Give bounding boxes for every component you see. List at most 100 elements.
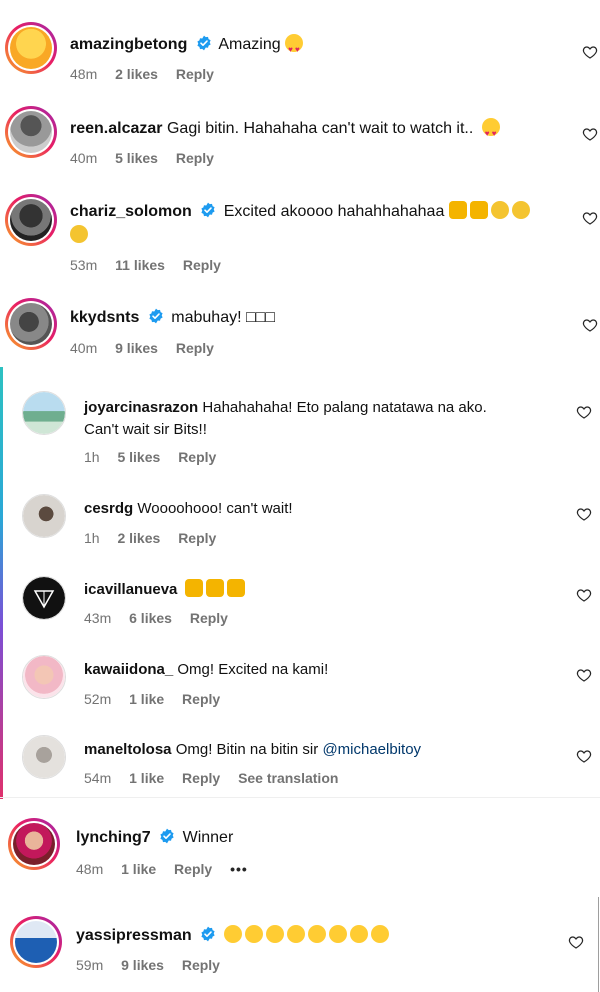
raised-hands-emoji-icon (205, 579, 224, 597)
comment-body: Winner (182, 829, 234, 846)
comment-body: mabuhay! □□□ (171, 309, 275, 326)
likes-count[interactable]: 1 like (121, 861, 156, 877)
joy-emoji-icon (286, 925, 305, 943)
verified-badge-icon (200, 202, 216, 218)
joy-emoji-icon (223, 925, 242, 943)
avatar[interactable] (5, 22, 57, 74)
reply-button[interactable]: Reply (182, 770, 220, 786)
username[interactable]: amazingbetong (70, 36, 187, 53)
timestamp: 40m (70, 150, 98, 166)
likes-count[interactable]: 6 likes (129, 610, 172, 626)
avatar[interactable] (5, 106, 57, 158)
reply-button[interactable]: Reply (182, 957, 220, 973)
username[interactable]: maneltolosa (84, 741, 172, 758)
like-heart-icon[interactable] (576, 404, 592, 420)
avatar[interactable] (22, 576, 66, 620)
username[interactable]: yassipressman (76, 927, 192, 944)
avatar[interactable] (5, 194, 57, 246)
clap-emoji-icon (490, 201, 509, 219)
timestamp: 48m (76, 861, 104, 877)
reply-button[interactable]: Reply (190, 610, 228, 626)
likes-count[interactable]: 11 likes (115, 257, 165, 273)
joy-emoji-icon (265, 925, 284, 943)
joy-emoji-icon (307, 925, 326, 943)
joy-emoji-icon (349, 925, 368, 943)
comment-meta: 53m 11 likes Reply (70, 257, 235, 273)
comment-text: amazingbetong Amazing ♥ ♥ (70, 34, 306, 56)
reply-button[interactable]: Reply (176, 340, 214, 356)
likes-count[interactable]: 5 likes (117, 449, 160, 465)
mention-link[interactable]: @michaelbitoy (322, 741, 421, 758)
likes-count[interactable]: 2 likes (115, 66, 158, 82)
like-heart-icon[interactable] (576, 748, 592, 764)
avatar[interactable] (22, 735, 66, 779)
reply-text: joyarcinasrazon Hahahahaha! Eto palang n… (84, 397, 554, 441)
likes-count[interactable]: 1 like (129, 691, 164, 707)
avatar[interactable] (22, 655, 66, 699)
username[interactable]: icavillanueva (84, 581, 177, 598)
comment-body: Excited akoooo hahahhahahaa (223, 203, 445, 220)
reply-body: Woooohooo! can't wait! (137, 500, 293, 517)
reply-button[interactable]: Reply (182, 691, 220, 707)
likes-count[interactable]: 9 likes (121, 957, 164, 973)
like-heart-icon[interactable] (568, 934, 584, 950)
timestamp: 40m (70, 340, 98, 356)
reply-body-line2: Can't wait sir Bits!! (84, 421, 207, 438)
like-heart-icon[interactable] (582, 210, 598, 226)
comment-body: Amazing (218, 36, 281, 53)
comment-meta: 40m 9 likes Reply (70, 340, 228, 356)
reply-button[interactable]: Reply (178, 530, 216, 546)
comment-body: Gagi bitin. Hahahaha can't wait to watch… (166, 120, 474, 137)
username[interactable]: kkydsnts (70, 309, 139, 326)
likes-count[interactable]: 1 like (129, 770, 164, 786)
username[interactable]: reen.alcazar (70, 120, 163, 137)
divider (0, 797, 600, 798)
avatar[interactable] (22, 391, 66, 435)
reply-body: Omg! Bitin na bitin sir (175, 741, 319, 758)
like-heart-icon[interactable] (576, 587, 592, 603)
like-heart-icon[interactable] (576, 506, 592, 522)
username[interactable]: kawaiidona_ (84, 661, 173, 678)
like-heart-icon[interactable] (582, 126, 598, 142)
reply-text: maneltolosa Omg! Bitin na bitin sir @mic… (84, 739, 421, 761)
comment-text: yassipressman (76, 925, 392, 947)
verified-badge-icon (148, 308, 164, 324)
reply-meta: 43m 6 likes Reply (84, 610, 242, 626)
clap-emoji-icon (70, 225, 88, 243)
timestamp: 52m (84, 691, 112, 707)
like-heart-icon[interactable] (576, 667, 592, 683)
like-heart-icon[interactable] (582, 44, 598, 60)
reply-text: cesrdg Woooohooo! can't wait! (84, 498, 293, 520)
reply-button[interactable]: Reply (183, 257, 221, 273)
reply-body: Omg! Excited na kami! (177, 661, 329, 678)
username[interactable]: lynching7 (76, 829, 151, 846)
username[interactable]: chariz_solomon (70, 203, 192, 220)
likes-count[interactable]: 9 likes (115, 340, 158, 356)
reply-button[interactable]: Reply (174, 861, 212, 877)
reply-button[interactable]: Reply (178, 449, 216, 465)
avatar[interactable] (8, 818, 60, 870)
avatar[interactable] (10, 916, 62, 968)
comment-meta: 48m 1 like Reply ••• (76, 861, 262, 877)
avatar[interactable] (22, 494, 66, 538)
likes-count[interactable]: 5 likes (115, 150, 158, 166)
reply-button[interactable]: Reply (176, 66, 214, 82)
timestamp: 53m (70, 257, 98, 273)
raised-hands-emoji-icon (184, 579, 203, 597)
verified-badge-icon (159, 828, 175, 844)
username[interactable]: joyarcinasrazon (84, 399, 198, 416)
reply-button[interactable]: Reply (176, 150, 214, 166)
comment-text: kkydsnts mabuhay! □□□ (70, 307, 275, 329)
like-heart-icon[interactable] (582, 317, 598, 333)
heart-eyes-emoji-icon: ♥ ♥ (285, 34, 304, 54)
likes-count[interactable]: 2 likes (117, 530, 160, 546)
avatar[interactable] (5, 298, 57, 350)
timestamp: 1h (84, 449, 100, 465)
see-translation-link[interactable]: See translation (238, 770, 338, 786)
username[interactable]: cesrdg (84, 500, 133, 517)
joy-emoji-icon (244, 925, 263, 943)
timestamp: 59m (76, 957, 104, 973)
reply-text: icavillanueva (84, 579, 248, 601)
more-options-icon[interactable]: ••• (230, 861, 248, 877)
reply-meta: 1h 2 likes Reply (84, 530, 230, 546)
